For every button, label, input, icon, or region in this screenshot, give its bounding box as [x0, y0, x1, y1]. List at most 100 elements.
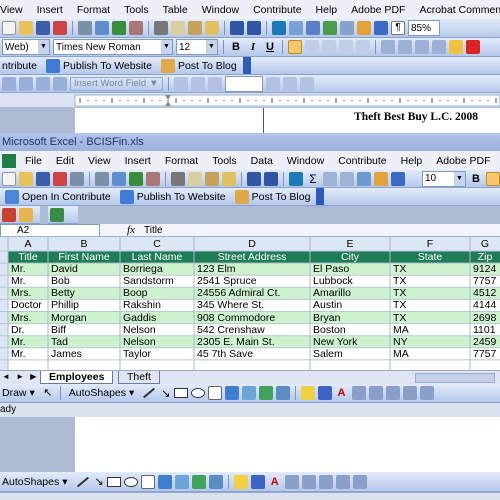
- spelling-icon[interactable]: [129, 171, 143, 186]
- table-cell[interactable]: 7757: [470, 348, 500, 361]
- table-cell[interactable]: 345 Where St.: [194, 299, 310, 312]
- table-cell[interactable]: Amarillo: [310, 287, 390, 300]
- italic-button[interactable]: I: [246, 41, 260, 53]
- zoom-dropdown[interactable]: 85%: [408, 20, 440, 36]
- review-icon[interactable]: [50, 207, 64, 222]
- excel-publish-website-button[interactable]: Publish To Website: [117, 189, 229, 204]
- bold-button[interactable]: B: [229, 41, 243, 53]
- new-icon[interactable]: [2, 21, 16, 35]
- print-preview-icon[interactable]: [95, 21, 109, 35]
- chart-wizard-icon[interactable]: [357, 171, 371, 186]
- excel-menu-data[interactable]: Data: [244, 155, 280, 167]
- dash-style-icon[interactable]: [301, 474, 316, 489]
- font-color-icon[interactable]: A: [335, 386, 349, 400]
- permission-icon[interactable]: [53, 171, 67, 186]
- autoshapes-menu[interactable]: AutoShapes ▾: [66, 387, 138, 399]
- excel-post-blog-button[interactable]: Post To Blog: [232, 189, 314, 204]
- table-cell[interactable]: Dr.: [8, 324, 48, 337]
- excel-menu-edit[interactable]: Edit: [49, 155, 81, 167]
- header-cell[interactable]: Zip: [470, 251, 500, 264]
- arrow-tool-icon[interactable]: ↘: [161, 387, 170, 400]
- column-header-b[interactable]: B: [48, 237, 120, 251]
- table-cell[interactable]: New York: [310, 336, 390, 349]
- next-record-icon[interactable]: [265, 76, 280, 91]
- table-cell[interactable]: TX: [390, 299, 470, 312]
- research-icon[interactable]: [146, 171, 160, 186]
- dash-style-icon[interactable]: [368, 386, 383, 400]
- table-cell[interactable]: Borriega: [120, 263, 194, 276]
- insert-excel-icon[interactable]: [323, 21, 337, 35]
- autosum-icon[interactable]: Σ: [306, 172, 320, 186]
- numbering-icon[interactable]: [381, 40, 395, 54]
- picture-icon[interactable]: [275, 386, 290, 400]
- paste-icon[interactable]: [205, 171, 219, 186]
- format-painter-icon[interactable]: [205, 21, 219, 35]
- table-cell[interactable]: 123 Elm: [194, 263, 310, 276]
- table-cell[interactable]: Doctor: [8, 299, 48, 312]
- format-painter-icon[interactable]: [222, 171, 236, 186]
- table-cell[interactable]: 1101: [470, 324, 500, 337]
- table-cell[interactable]: Taylor: [120, 348, 194, 361]
- publish-website-button[interactable]: Publish To Website: [43, 58, 155, 73]
- draw-menu[interactable]: Draw ▾: [2, 387, 38, 399]
- line-color-icon[interactable]: [250, 474, 265, 489]
- rectangle-tool-icon[interactable]: [106, 476, 121, 487]
- chevron-down-icon[interactable]: ▼: [206, 40, 217, 54]
- highlight-fields-icon[interactable]: [190, 76, 205, 91]
- oval-tool-icon[interactable]: [123, 476, 138, 487]
- sort-ascending-icon[interactable]: [323, 171, 337, 186]
- excel-menu-format[interactable]: Format: [158, 155, 205, 167]
- table-cell[interactable]: David: [48, 263, 120, 276]
- decrease-indent-icon[interactable]: [415, 40, 429, 54]
- column-header-a[interactable]: A: [8, 237, 48, 251]
- table-cell[interactable]: 2459: [470, 336, 500, 349]
- print-preview-icon[interactable]: [112, 171, 126, 186]
- formula-input[interactable]: Title: [144, 224, 163, 236]
- line-style-icon[interactable]: [351, 386, 366, 400]
- table-cell[interactable]: Biff: [48, 324, 120, 337]
- excel-menu-adobe-pdf[interactable]: Adobe PDF: [429, 155, 497, 167]
- table-cell[interactable]: Bryan: [310, 312, 390, 325]
- spelling-icon[interactable]: [112, 21, 126, 35]
- column-header-e[interactable]: E: [310, 237, 390, 251]
- print-icon[interactable]: [95, 171, 109, 186]
- convert-to-pdf-icon[interactable]: [2, 207, 16, 222]
- redo-icon[interactable]: [264, 171, 278, 186]
- word-menu-table[interactable]: Table: [156, 4, 195, 16]
- table-cell[interactable]: TX: [390, 287, 470, 300]
- table-cell[interactable]: MA: [390, 324, 470, 337]
- align-left-icon[interactable]: [288, 40, 302, 54]
- line-spacing-icon[interactable]: [356, 40, 370, 54]
- excel-menu-file[interactable]: File: [18, 155, 49, 167]
- mail-merge-icon[interactable]: [2, 76, 16, 91]
- greeting-icon[interactable]: [53, 76, 67, 91]
- cut-icon[interactable]: [154, 21, 168, 35]
- word-menu-window[interactable]: Window: [195, 4, 246, 16]
- contribute-button[interactable]: ntribute: [2, 60, 40, 72]
- clipart-icon[interactable]: [191, 474, 206, 489]
- insert-word-field-dropdown[interactable]: Insert Word Field ▼: [70, 76, 163, 91]
- horizontal-scrollbar[interactable]: [415, 373, 495, 383]
- table-cell[interactable]: Mr.: [8, 336, 48, 349]
- diagram-icon[interactable]: [174, 474, 189, 489]
- line-color-icon[interactable]: [317, 386, 332, 400]
- insert-function-icon[interactable]: fx: [127, 224, 135, 236]
- align-center-icon[interactable]: [305, 40, 319, 54]
- table-cell[interactable]: El Paso: [310, 263, 390, 276]
- header-cell[interactable]: State: [390, 251, 470, 264]
- shadow-style-icon[interactable]: [402, 386, 417, 400]
- paste-icon[interactable]: [188, 21, 202, 35]
- header-cell[interactable]: City: [310, 251, 390, 264]
- insert-address-icon[interactable]: [36, 76, 50, 91]
- hyperlink-icon[interactable]: [272, 21, 286, 35]
- copy-icon[interactable]: [188, 171, 202, 186]
- table-cell[interactable]: 908 Commodore: [194, 312, 310, 325]
- shadow-style-icon[interactable]: [335, 474, 350, 489]
- excel-menu-view[interactable]: View: [81, 155, 118, 167]
- table-cell[interactable]: 2541 Spruce: [194, 275, 310, 288]
- table-cell[interactable]: Mrs.: [8, 312, 48, 325]
- word-menu-help[interactable]: Help: [309, 4, 345, 16]
- undo-icon[interactable]: [230, 21, 244, 35]
- table-cell[interactable]: Betty: [48, 287, 120, 300]
- word-menu-insert[interactable]: Insert: [30, 4, 70, 16]
